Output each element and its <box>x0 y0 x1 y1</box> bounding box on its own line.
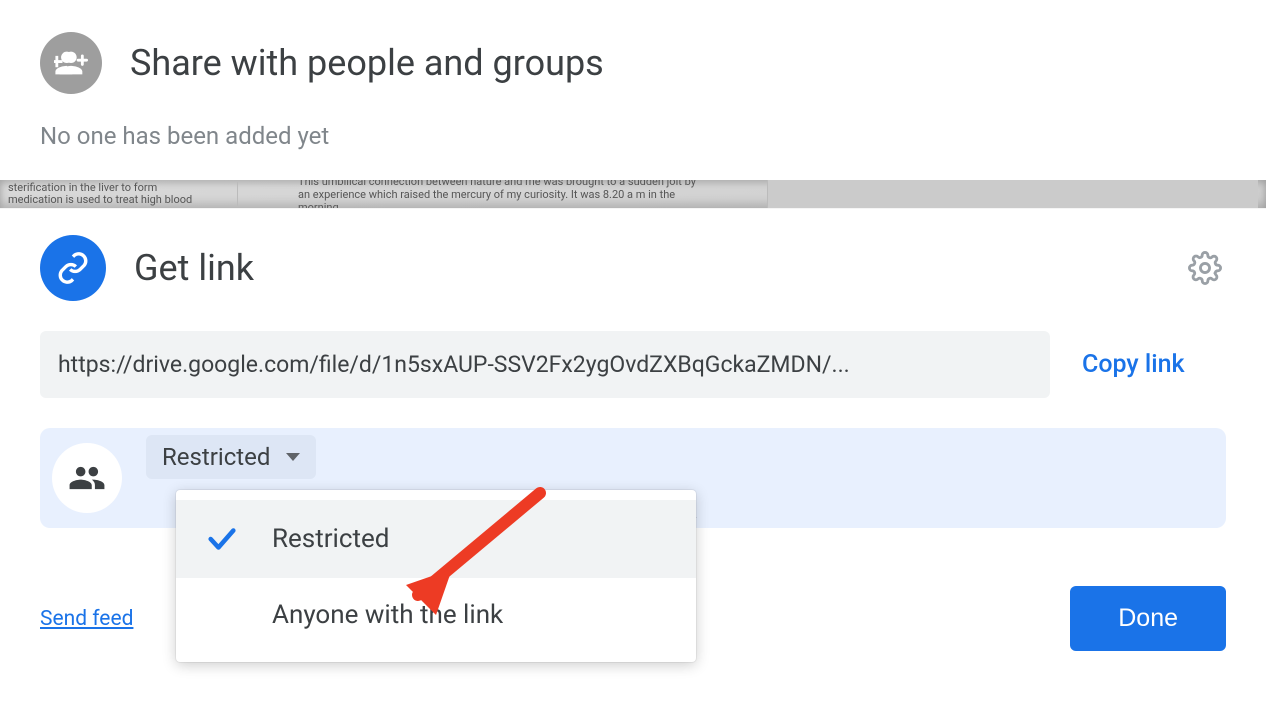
get-link-title: Get link <box>134 247 254 289</box>
access-level-menu: Restricted Anyone with the link <box>176 490 696 662</box>
access-row: Restricted nk Restricted Anyone with the… <box>40 428 1226 528</box>
access-option-label: Anyone with the link <box>272 600 503 630</box>
ghost-text: medication is used to treat high blood <box>8 194 229 206</box>
send-feedback-link[interactable]: Send feed <box>40 607 133 631</box>
access-level-label: Restricted <box>162 443 270 471</box>
link-row: https://drive.google.com/file/d/1n5sxAUP… <box>40 331 1226 398</box>
copy-link-button[interactable]: Copy link <box>1082 350 1197 379</box>
get-link-panel: Get link https://drive.google.com/file/d… <box>0 208 1266 661</box>
gear-icon <box>1188 251 1222 285</box>
share-panel: Share with people and groups No one has … <box>0 0 1266 180</box>
chevron-down-icon <box>286 453 300 461</box>
link-header: Get link <box>40 235 1226 301</box>
share-empty-text: No one has been added yet <box>40 122 1226 150</box>
access-option-restricted[interactable]: Restricted <box>176 500 696 578</box>
settings-button[interactable] <box>1184 247 1226 289</box>
done-button[interactable]: Done <box>1070 586 1226 651</box>
people-icon <box>52 443 122 513</box>
check-icon <box>200 522 244 556</box>
ghost-image <box>768 180 1258 208</box>
access-option-label: Restricted <box>272 524 389 554</box>
person-add-icon <box>40 32 102 94</box>
background-document-strip: sterification in the liver to form medic… <box>0 180 1266 208</box>
share-title: Share with people and groups <box>130 42 604 84</box>
access-level-dropdown[interactable]: Restricted <box>146 435 316 479</box>
link-icon <box>40 235 106 301</box>
share-link-text[interactable]: https://drive.google.com/file/d/1n5sxAUP… <box>40 331 1050 398</box>
access-option-anyone[interactable]: Anyone with the link <box>176 578 696 652</box>
share-header: Share with people and groups <box>40 32 1226 94</box>
ghost-text: This umbilical connection between nature… <box>238 180 768 208</box>
